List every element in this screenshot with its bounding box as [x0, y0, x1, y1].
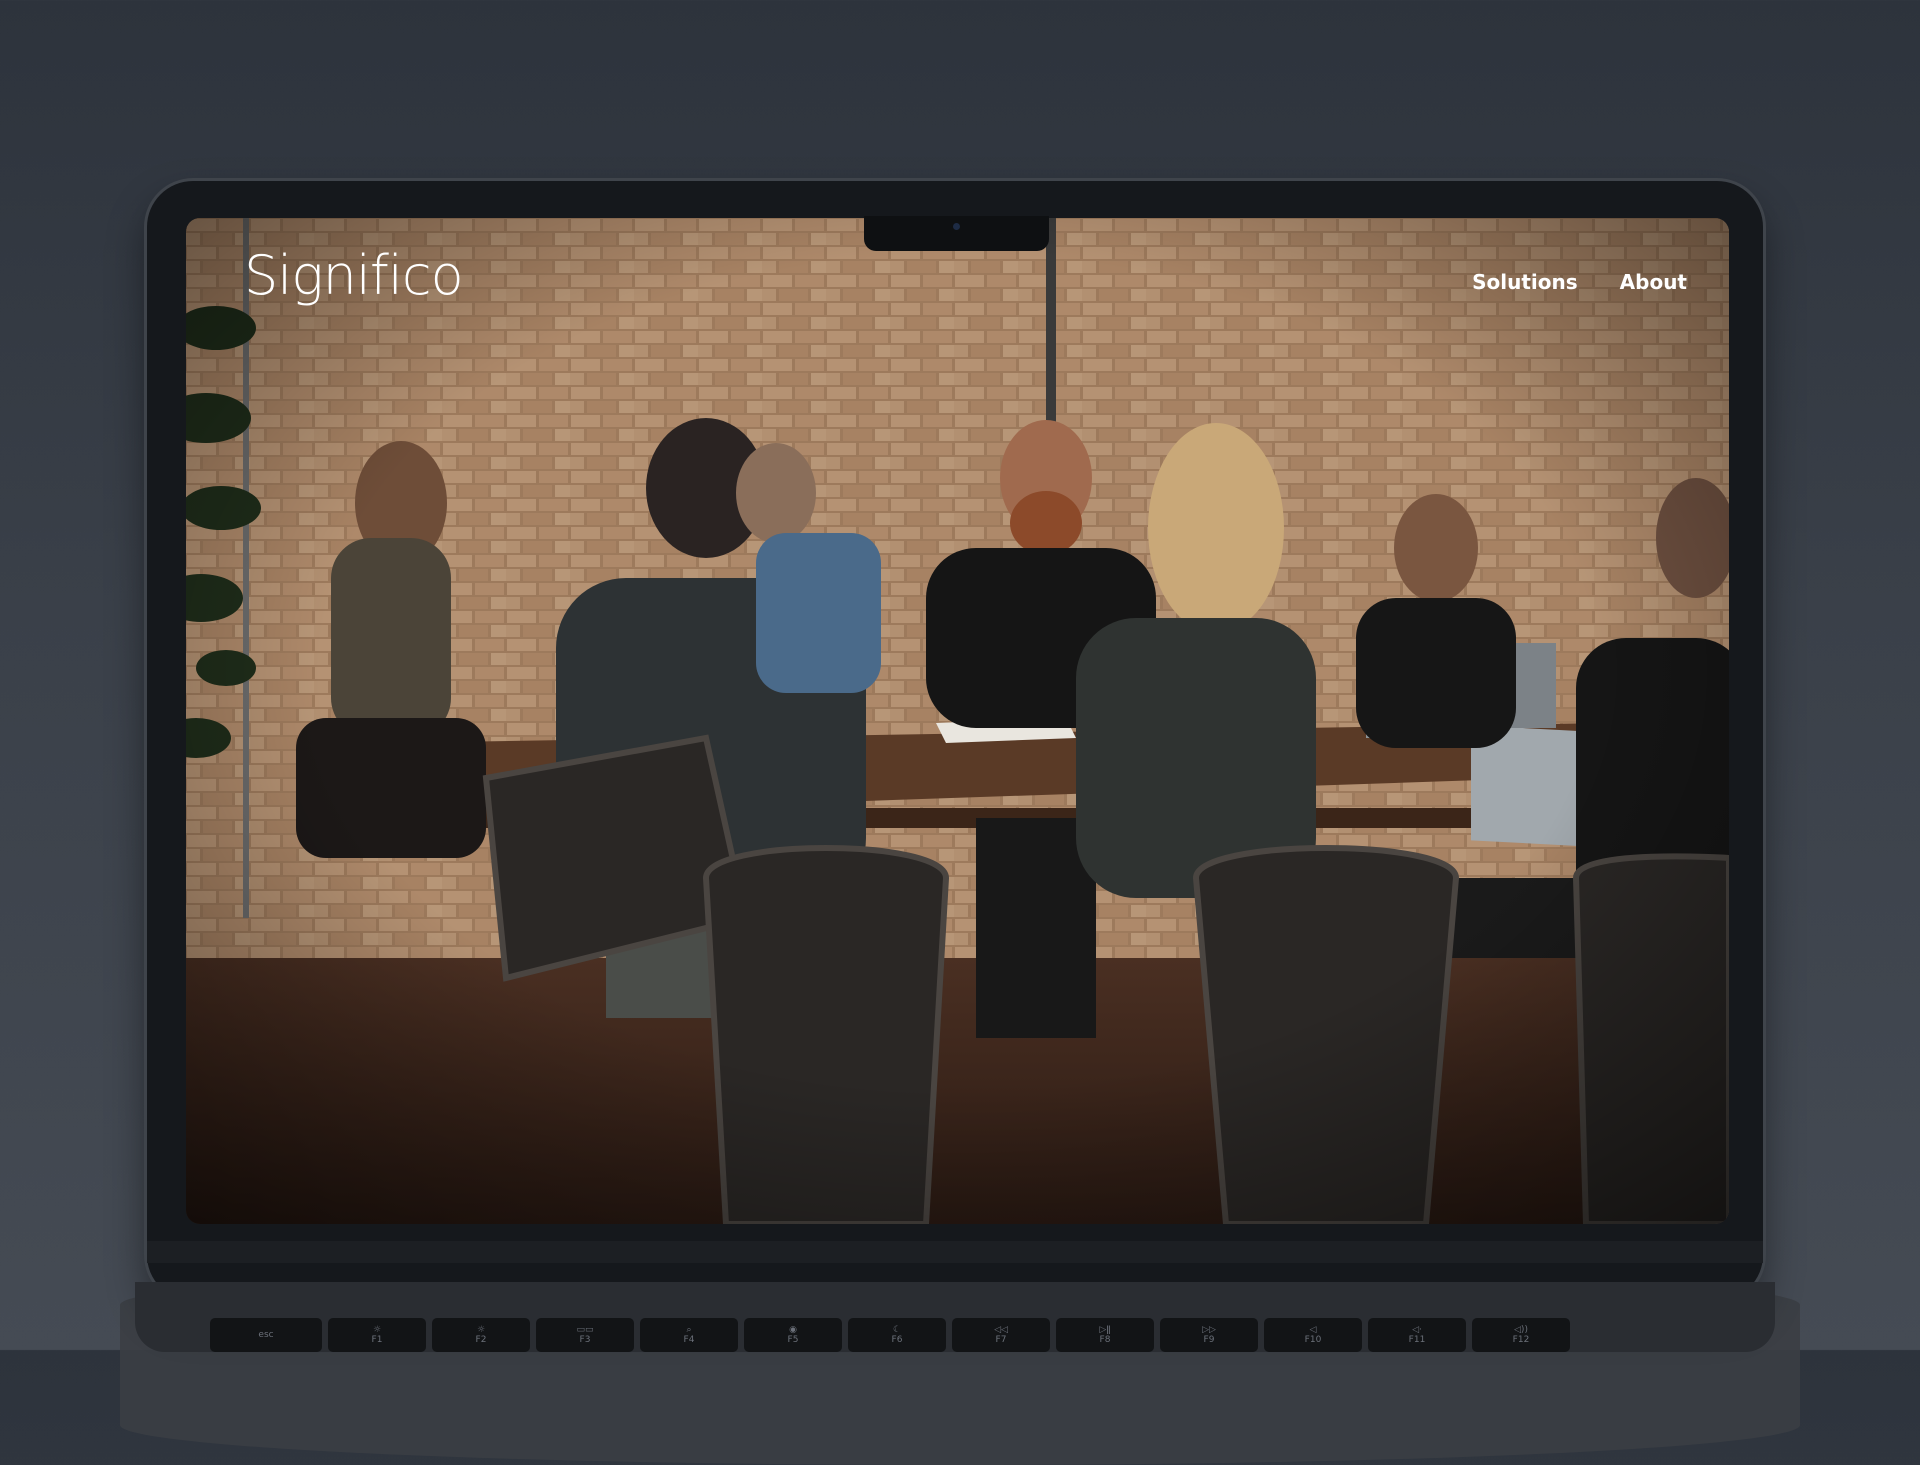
- key-f1[interactable]: ☼ F1: [328, 1318, 426, 1352]
- screen-chin: [147, 1241, 1763, 1263]
- laptop-frame: Significo Solutions About: [147, 181, 1763, 1301]
- main-nav: Solutions About: [1472, 270, 1687, 294]
- key-f10[interactable]: ◁ F10: [1264, 1318, 1362, 1352]
- key-f4[interactable]: ⌕ F4: [640, 1318, 738, 1352]
- key-f3[interactable]: ▭▭ F3: [536, 1318, 634, 1352]
- key-esc[interactable]: esc: [210, 1318, 322, 1352]
- key-f2[interactable]: ☼ F2: [432, 1318, 530, 1352]
- key-f5[interactable]: ◉ F5: [744, 1318, 842, 1352]
- presentation-stage: Significo Solutions About esc ☼ F1 ☼ F2 ▭▭…: [0, 0, 1920, 1465]
- laptop-screen: Significo Solutions About: [186, 218, 1729, 1224]
- camera-icon: [953, 223, 960, 230]
- function-key-row: esc ☼ F1 ☼ F2 ▭▭ F3 ⌕ F4 ◉ F5 ☾ F6 ◁◁ F7 ▷ǁ F8 ▷…: [210, 1318, 1570, 1358]
- key-f11[interactable]: ◁· F11: [1368, 1318, 1466, 1352]
- nav-solutions-link[interactable]: Solutions: [1472, 270, 1578, 294]
- key-f7[interactable]: ◁◁ F7: [952, 1318, 1050, 1352]
- site-logo[interactable]: Significo: [244, 244, 464, 307]
- key-f6[interactable]: ☾ F6: [848, 1318, 946, 1352]
- camera-notch: [864, 216, 1049, 251]
- key-f9[interactable]: ▷▷ F9: [1160, 1318, 1258, 1352]
- key-f8[interactable]: ▷ǁ F8: [1056, 1318, 1154, 1352]
- key-f12[interactable]: ◁)) F12: [1472, 1318, 1570, 1352]
- hero-photo: [186, 218, 1729, 1224]
- nav-about-link[interactable]: About: [1620, 270, 1687, 294]
